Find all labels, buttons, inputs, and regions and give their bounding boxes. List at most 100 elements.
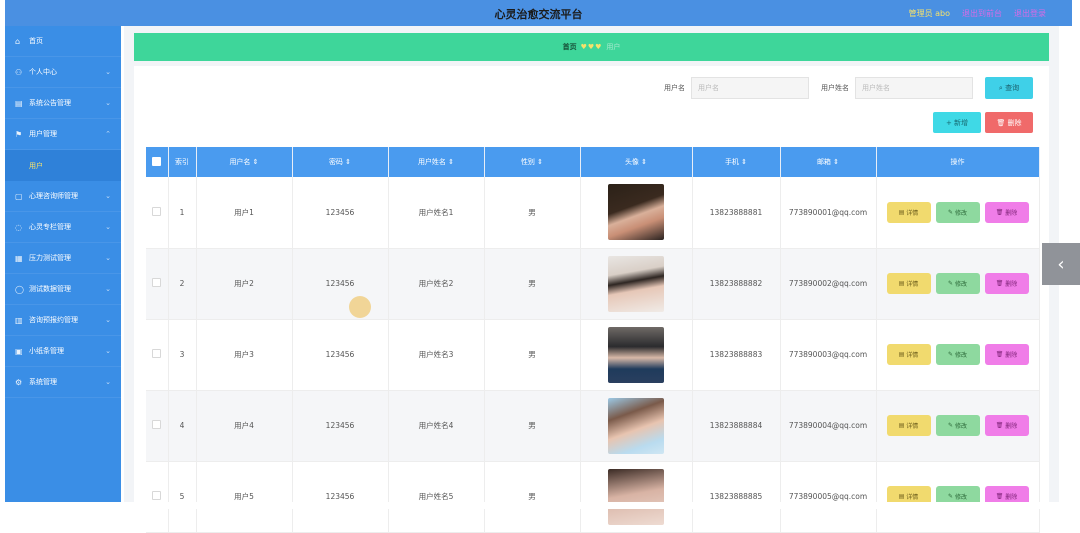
add-button[interactable]: + 新增	[933, 112, 981, 133]
logout-link[interactable]: 退出登录	[1014, 8, 1046, 19]
table-row: 5 用户5 123456 用户姓名5 男 13823888885 7738900…	[146, 461, 1040, 533]
realname-input[interactable]: 用户姓名	[855, 77, 973, 99]
add-label: 新增	[954, 118, 969, 127]
chevron-down-icon: ⌄	[105, 99, 111, 107]
breadcrumb-home[interactable]: 首页	[563, 42, 577, 52]
sidebar-item-label: 个人中心	[29, 68, 57, 76]
edit-button[interactable]: ✎ 修改	[935, 273, 980, 294]
sort-icon: ⇕	[345, 158, 352, 166]
delete-button[interactable]: 🗑 删除	[984, 273, 1029, 294]
cell-phone: 13823888881	[692, 177, 781, 249]
col-realname[interactable]: 用户姓名 ⇕	[388, 147, 485, 177]
row-checkbox[interactable]	[152, 491, 162, 500]
row-select-cell[interactable]	[146, 390, 169, 462]
sidebar-item-system[interactable]: ⚙ 系统管理 ⌄	[5, 367, 121, 398]
select-all-checkbox[interactable]	[152, 156, 162, 166]
row-checkbox[interactable]	[152, 420, 162, 429]
col-username[interactable]: 用户名 ⇕	[196, 147, 293, 177]
table-row: 4 用户4 123456 用户姓名4 男 13823888884 7738900…	[146, 390, 1040, 462]
op-label: 详情	[906, 494, 919, 501]
trash-icon: 🗑	[995, 493, 1006, 500]
detail-button[interactable]: ▤ 详情	[886, 415, 931, 436]
search-bar: 用户名 用户名 用户姓名 用户姓名 ⌕ 查询	[664, 77, 1033, 99]
edit-icon: ✎	[948, 280, 955, 287]
sidebar-item-label: 压力测试管理	[29, 254, 71, 262]
sidebar-item-test-data[interactable]: ◯ 测试数据管理 ⌄	[5, 274, 121, 305]
cell-gender: 男	[484, 390, 581, 462]
op-label: 删除	[1005, 352, 1018, 359]
col-label: 性别	[520, 158, 535, 166]
cell-index: 1	[168, 177, 197, 249]
row-checkbox[interactable]	[152, 206, 162, 216]
collapse-arrow-button[interactable]: ‹	[1042, 243, 1080, 285]
cell-index: 4	[168, 390, 197, 462]
edit-button[interactable]: ✎ 修改	[935, 344, 980, 365]
delete-button[interactable]: 🗑 删除	[984, 201, 1029, 223]
frontend-link[interactable]: 退出到前台	[962, 8, 1002, 19]
sidebar-item-profile[interactable]: ⚇ 个人中心 ⌄	[5, 57, 121, 88]
data-icon: ◯	[15, 284, 24, 294]
row-select-cell[interactable]	[146, 248, 169, 320]
cell-avatar	[580, 461, 693, 533]
edit-button[interactable]: ✎ 修改	[935, 415, 980, 436]
detail-button[interactable]: ▤ 详情	[886, 201, 931, 223]
col-gender[interactable]: 性别 ⇕	[484, 147, 581, 177]
detail-icon: ▤	[898, 493, 907, 500]
cell-phone: 13823888882	[692, 248, 781, 320]
op-label: 删除	[1005, 494, 1018, 501]
sidebar-item-notice[interactable]: ▤ 系统公告管理 ⌄	[5, 88, 121, 119]
chevron-down-icon: ⌄	[105, 285, 111, 293]
sidebar-subitem-user[interactable]: 用户	[5, 150, 121, 181]
col-operations: 操作	[876, 147, 1040, 177]
avatar	[608, 397, 664, 454]
sidebar-item-notes[interactable]: ▣ 小纸条管理 ⌄	[5, 336, 121, 367]
detail-button[interactable]: ▤ 详情	[886, 344, 931, 365]
cell-username: 用户1	[196, 177, 293, 249]
delete-button[interactable]: 🗑 删除	[984, 415, 1029, 436]
plus-icon: +	[945, 118, 955, 127]
row-select-cell[interactable]	[146, 177, 169, 249]
table-row: 3 用户3 123456 用户姓名3 男 13823888883 7738900…	[146, 319, 1040, 391]
test-icon: ▦	[15, 253, 23, 263]
batch-delete-button[interactable]: 🗑 删除	[985, 112, 1033, 133]
sidebar-item-column[interactable]: ◌ 心灵专栏管理 ⌄	[5, 212, 121, 243]
detail-icon: ▤	[898, 351, 907, 358]
row-select-cell[interactable]	[146, 319, 169, 391]
sidebar-item-users[interactable]: ⚑ 用户管理 ⌃	[5, 119, 121, 150]
select-all-cell[interactable]	[146, 147, 169, 177]
chevron-left-icon: ‹	[1057, 253, 1065, 275]
col-phone[interactable]: 手机 ⇕	[692, 147, 781, 177]
cell-realname: 用户姓名4	[388, 390, 485, 462]
col-avatar[interactable]: 头像 ⇕	[580, 147, 693, 177]
cell-gender: 男	[484, 248, 581, 320]
detail-icon: ▤	[898, 422, 907, 429]
cell-gender: 男	[484, 177, 581, 249]
detail-icon: ▤	[898, 208, 907, 216]
row-checkbox[interactable]	[152, 278, 162, 287]
admin-label: 管理员 abo	[908, 9, 950, 18]
delete-button[interactable]: 🗑 删除	[984, 344, 1029, 365]
sidebar-item-label: 用户管理	[29, 130, 57, 138]
chevron-down-icon: ⌄	[105, 192, 111, 200]
sidebar-item-consultant[interactable]: ▢ 心理咨询师管理 ⌄	[5, 181, 121, 212]
col-email[interactable]: 邮箱 ⇕	[780, 147, 877, 177]
sidebar-item-label: 首页	[29, 37, 43, 45]
cell-realname: 用户姓名3	[388, 319, 485, 391]
separator-icon: ♥♥♥	[580, 43, 603, 51]
bottom-strip	[0, 502, 1080, 509]
detail-button[interactable]: ▤ 详情	[886, 273, 931, 294]
edit-button[interactable]: ✎ 修改	[935, 201, 980, 223]
sidebar-item-home[interactable]: ⌂ 首页	[5, 26, 121, 57]
cell-index: 3	[168, 319, 197, 391]
sidebar-item-stress-test[interactable]: ▦ 压力测试管理 ⌄	[5, 243, 121, 274]
username-label: 用户名	[664, 84, 685, 92]
col-password[interactable]: 密码 ⇕	[292, 147, 389, 177]
sidebar-item-label: 心灵专栏管理	[29, 223, 71, 231]
username-input[interactable]: 用户名	[691, 77, 809, 99]
row-checkbox[interactable]	[152, 349, 162, 358]
sidebar-item-booking[interactable]: ▥ 咨询预报约管理 ⌄	[5, 305, 121, 336]
row-select-cell[interactable]	[146, 461, 169, 533]
query-button[interactable]: ⌕ 查询	[985, 77, 1033, 99]
sidebar-item-label: 测试数据管理	[29, 285, 71, 293]
col-label: 邮箱	[816, 158, 831, 166]
